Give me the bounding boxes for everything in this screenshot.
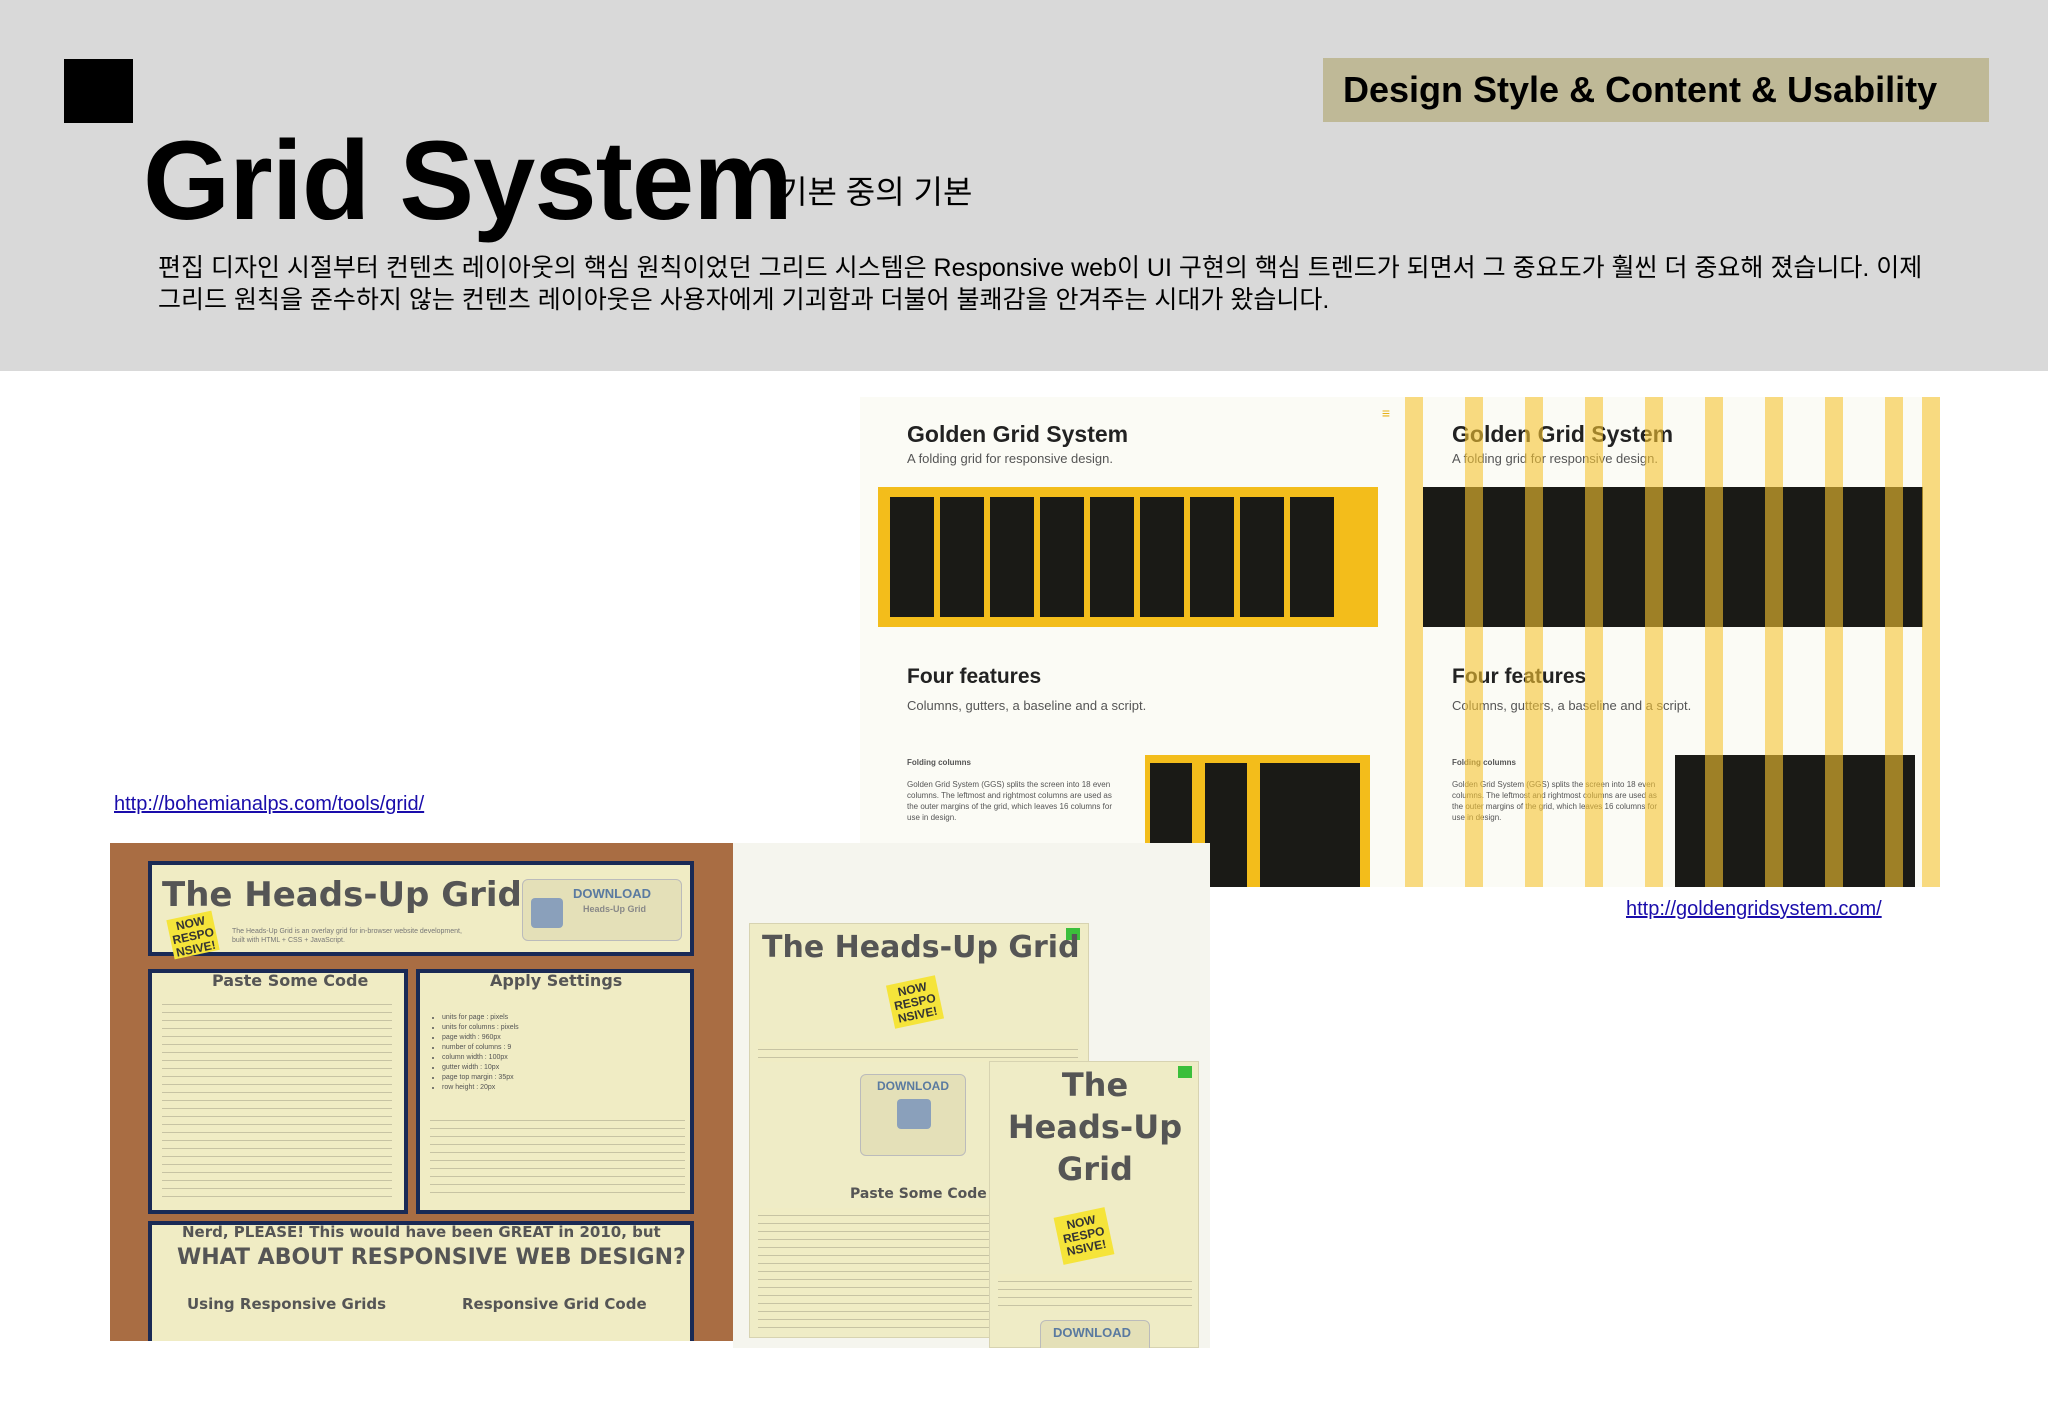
download-icon: [531, 898, 563, 928]
grid-overlay-column: [1405, 397, 1423, 887]
heads-up-title: The Heads-Up Grid: [762, 930, 1080, 965]
heads-up-download-button[interactable]: DOWNLOAD: [1040, 1320, 1150, 1348]
grid-column: [1190, 497, 1234, 617]
download-sublabel: Heads-Up Grid: [583, 904, 647, 914]
download-icon: [897, 1099, 931, 1129]
settings-item: gutter width : 10px: [442, 1063, 519, 1073]
heads-up-narrow-view: The Heads-Up Grid NOW RESPO NSIVE! DOWNL…: [989, 1061, 1199, 1348]
heads-up-grid-screenshot: The Heads-Up Grid NOW RESPO NSIVE! The H…: [110, 843, 734, 1341]
now-responsive-sticky-note: NOW RESPO NSIVE!: [885, 975, 945, 1029]
grid-column: [1140, 497, 1184, 617]
golden-grid-title: Golden Grid System: [1452, 421, 1674, 447]
intro-paragraph: 편집 디자인 시절부터 컨텐츠 레이아웃의 핵심 원칙이었던 그리드 시스템은 …: [158, 254, 1923, 314]
grid-column: [1290, 497, 1334, 617]
golden-grid-title: Golden Grid System: [907, 421, 1129, 447]
grid-column: [1240, 497, 1284, 617]
heads-up-top-panel: The Heads-Up Grid NOW RESPO NSIVE! The H…: [148, 861, 694, 960]
grid-column: [1040, 497, 1084, 617]
section-badge-label: Design Style & Content & Usability: [1343, 69, 1938, 110]
settings-item: page width : 960px: [442, 1033, 519, 1043]
settings-item: units for page : pixels: [442, 1013, 519, 1023]
heads-up-download-button[interactable]: DOWNLOAD: [860, 1074, 966, 1156]
menu-icon: ≡: [1381, 405, 1390, 421]
apply-settings-panel: Apply Settings units for page : pixels u…: [416, 969, 694, 1214]
grid-overlay-column: [1825, 397, 1843, 887]
settings-item: column width : 100px: [442, 1053, 519, 1063]
paste-code-heading: Paste Some Code: [212, 971, 369, 990]
settings-item: page top margin : 35px: [442, 1073, 519, 1083]
heads-up-intro: The Heads-Up Grid is an overlay grid for…: [232, 928, 462, 944]
golden-grid-column-band: [1423, 487, 1923, 627]
grid-overlay-column: [1765, 397, 1783, 887]
heads-up-download-button[interactable]: DOWNLOAD Heads-Up Grid: [522, 879, 682, 941]
grid-overlay-column: [1645, 397, 1663, 887]
now-responsive-sticky-note: NOW RESPO NSIVE!: [166, 910, 220, 960]
grid-column: [890, 497, 934, 617]
responsive-grid-code: Responsive Grid Code: [462, 1295, 647, 1313]
apply-settings-heading: Apply Settings: [490, 971, 623, 990]
grid-column: [1260, 763, 1360, 887]
golden-grid-overlay-view: Golden Grid System A folding grid for re…: [1405, 397, 1940, 887]
golden-grid-folding-label: Folding columns: [1452, 758, 1516, 767]
grid-column: [990, 497, 1034, 617]
paste-code-panel: Paste Some Code: [148, 969, 408, 1214]
grid-column: [1205, 763, 1247, 887]
settings-text-block: [430, 1113, 685, 1193]
black-square-decoration: [64, 59, 133, 123]
title-line: Grid: [1057, 1150, 1133, 1188]
heads-up-responsive-screenshot: The Heads-Up Grid NOW RESPO NSIVE! DOWNL…: [733, 843, 1210, 1348]
intro-text-block: [998, 1274, 1192, 1310]
responsive-question: WHAT ABOUT RESPONSIVE WEB DESIGN?: [177, 1245, 686, 1270]
nerd-please-line: Nerd, PLEASE! This would have been GREAT…: [182, 1223, 661, 1241]
settings-item: units for columns : pixels: [442, 1023, 519, 1033]
heads-up-title: The Heads-Up Grid: [162, 875, 522, 915]
golden-grid-folding-block: Folding columns Golden Grid System (GGS)…: [907, 757, 1122, 823]
code-text-block: [162, 997, 392, 1197]
download-label: DOWNLOAD: [1053, 1325, 1131, 1340]
golden-grid-features-heading: Four features: [907, 665, 1042, 688]
header-band: Design Style & Content & Usability Grid …: [0, 0, 2048, 371]
grid-overlay-column: [1922, 397, 1940, 887]
bohemianalps-link[interactable]: http://bohemianalps.com/tools/grid/: [114, 793, 424, 816]
grid-column: [1090, 497, 1134, 617]
golden-grid-folding-block: Folding columns Golden Grid System (GGS)…: [1452, 757, 1667, 823]
section-badge: Design Style & Content & Usability: [1323, 58, 1989, 122]
title-line: Heads-Up: [1007, 1108, 1183, 1146]
grid-overlay-column: [1885, 397, 1903, 887]
grid-overlay-column: [1465, 397, 1483, 887]
grid-overlay-column: [1705, 397, 1723, 887]
code-text-block: [758, 1208, 998, 1328]
grid-column: [940, 497, 984, 617]
goldengridsystem-link[interactable]: http://goldengridsystem.com/: [1626, 898, 1882, 921]
golden-grid-tagline: A folding grid for responsive design.: [907, 451, 1113, 466]
golden-grid-screenshot: Golden Grid System A folding grid for re…: [860, 397, 1940, 887]
golden-grid-features-text: Columns, gutters, a baseline and a scrip…: [907, 698, 1147, 713]
heads-up-title-stacked: The Heads-Up Grid: [998, 1064, 1192, 1190]
settings-item: row height : 20px: [442, 1083, 519, 1093]
download-label: DOWNLOAD: [877, 1079, 949, 1093]
page-title: Grid System: [143, 118, 793, 243]
golden-grid-normal-view: Golden Grid System A folding grid for re…: [860, 397, 1400, 887]
title-line: The: [1061, 1066, 1129, 1104]
responsive-panel: Nerd, PLEASE! This would have been GREAT…: [148, 1221, 694, 1341]
intro-text-block: [758, 1042, 1078, 1062]
settings-item: number of columns : 9: [442, 1043, 519, 1053]
golden-grid-folding-text: Golden Grid System (GGS) splits the scre…: [907, 780, 1112, 822]
grid-overlay-column: [1525, 397, 1543, 887]
settings-list: units for page : pixels units for column…: [442, 1013, 519, 1093]
grid-overlay-column: [1585, 397, 1603, 887]
paste-code-heading: Paste Some Code: [850, 1186, 987, 1202]
golden-grid-folding-label: Folding columns: [907, 758, 971, 767]
page-subtitle: 기본 중의 기본: [778, 174, 973, 210]
using-responsive-grids: Using Responsive Grids: [187, 1295, 387, 1313]
download-label: DOWNLOAD: [573, 886, 651, 901]
now-responsive-sticky-note: NOW RESPO NSIVE!: [1053, 1207, 1115, 1265]
